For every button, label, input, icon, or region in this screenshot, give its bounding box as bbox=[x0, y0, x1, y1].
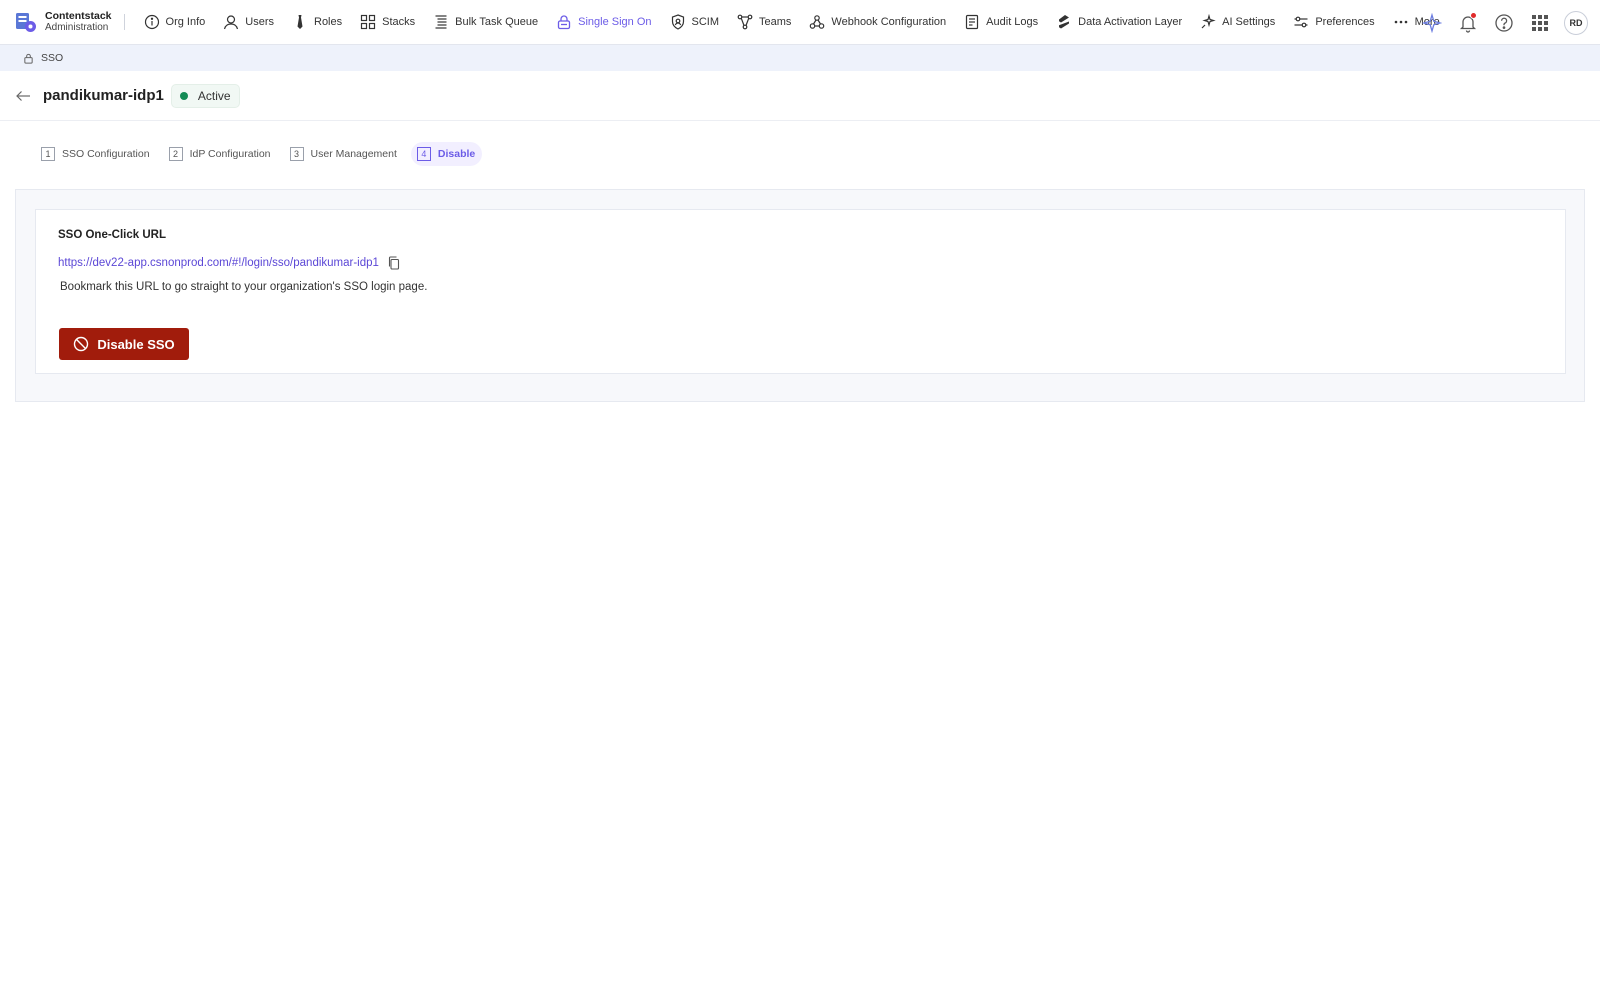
step-label: IdP Configuration bbox=[189, 148, 271, 160]
sso-url-row: https://dev22-app.csnonprod.com/#!/login… bbox=[58, 256, 401, 270]
brand-divider bbox=[123, 14, 125, 30]
breadcrumb-item-sso[interactable]: SSO bbox=[41, 52, 63, 64]
status-dot bbox=[179, 91, 188, 100]
more-icon bbox=[1394, 20, 1407, 24]
step-sso-configuration[interactable]: 1 SSO Configuration bbox=[40, 142, 155, 166]
step-label: Disable bbox=[437, 148, 476, 160]
notification-badge bbox=[1470, 12, 1477, 19]
nav-item-stacks[interactable]: Stacks bbox=[351, 0, 424, 45]
nav-item-label: SCIM bbox=[691, 16, 720, 28]
nav-item-data-activation-layer[interactable]: Data Activation Layer bbox=[1047, 0, 1191, 45]
step-user-management[interactable]: 3 User Management bbox=[289, 142, 402, 166]
breadcrumb: SSO bbox=[0, 45, 1600, 71]
nav-item-audit-logs[interactable]: Audit Logs bbox=[955, 0, 1047, 45]
nav-item-single-sign-on[interactable]: Single Sign On bbox=[547, 0, 660, 45]
nav-item-label: Preferences bbox=[1315, 16, 1375, 28]
info-icon bbox=[144, 14, 159, 30]
nav-item-label: AI Settings bbox=[1222, 16, 1276, 28]
contentstack-logo-icon bbox=[14, 10, 38, 34]
helper-text: Bookmark this URL to go straight to your… bbox=[60, 281, 428, 293]
copy-icon[interactable] bbox=[387, 256, 401, 270]
nav-item-label: Teams bbox=[759, 16, 792, 28]
step-label: SSO Configuration bbox=[62, 148, 150, 160]
nav-item-label: Audit Logs bbox=[986, 16, 1039, 28]
sparkle-icon bbox=[1201, 14, 1216, 29]
grid-icon bbox=[361, 14, 376, 30]
app-switcher-button[interactable] bbox=[1522, 0, 1558, 45]
back-button[interactable] bbox=[12, 85, 34, 107]
step-disable[interactable]: 4 Disable bbox=[410, 142, 483, 166]
nav-item-label: Stacks bbox=[382, 16, 416, 28]
ai-assistant-button[interactable] bbox=[1414, 0, 1450, 45]
sliders-icon bbox=[1294, 16, 1308, 28]
audit-icon bbox=[966, 14, 979, 30]
nav-item-label: Users bbox=[245, 16, 274, 28]
brand-subtitle: Administration bbox=[45, 22, 109, 33]
lock-icon bbox=[24, 53, 33, 64]
nav-item-teams[interactable]: Teams bbox=[728, 0, 800, 45]
step-number: 2 bbox=[168, 147, 183, 161]
card-title: SSO One-Click URL bbox=[58, 229, 166, 241]
top-navigation-bar: Contentstack Administration Org Info Use… bbox=[0, 0, 1600, 45]
webhook-icon bbox=[810, 15, 825, 29]
nav-item-webhook-configuration[interactable]: Webhook Configuration bbox=[800, 0, 955, 45]
teams-icon bbox=[737, 14, 753, 30]
status-label: Active bbox=[197, 88, 231, 103]
status-badge: Active bbox=[170, 83, 240, 108]
help-icon bbox=[1495, 13, 1513, 32]
tie-icon bbox=[297, 15, 303, 29]
step-number: 1 bbox=[41, 147, 55, 161]
notifications-button[interactable] bbox=[1450, 0, 1486, 45]
nav-item-roles[interactable]: Roles bbox=[283, 0, 351, 45]
disable-sso-label: Disable SSO bbox=[97, 336, 175, 352]
step-number: 4 bbox=[416, 147, 431, 161]
top-actions: RD bbox=[1414, 0, 1588, 45]
ai-sparkle-icon bbox=[1422, 12, 1442, 33]
nav-item-label: Bulk Task Queue bbox=[455, 16, 539, 28]
list-icon bbox=[435, 15, 447, 29]
lock-icon bbox=[557, 15, 571, 30]
sso-url-card: SSO One-Click URL https://dev22-app.csno… bbox=[35, 209, 1566, 374]
disable-sso-button[interactable]: Disable SSO bbox=[59, 328, 189, 360]
nav-item-ai-settings[interactable]: AI Settings bbox=[1191, 0, 1284, 45]
data-layer-icon bbox=[1059, 15, 1070, 29]
nav-item-label: Org Info bbox=[165, 16, 206, 28]
page-title: pandikumar-idp1 bbox=[43, 87, 164, 104]
nav-item-label: Data Activation Layer bbox=[1078, 16, 1183, 28]
user-avatar[interactable]: RD bbox=[1564, 10, 1588, 35]
content-area: SSO One-Click URL https://dev22-app.csno… bbox=[15, 189, 1585, 402]
nav-item-scim[interactable]: SCIM bbox=[661, 0, 729, 45]
main-nav: Org Info Users Roles Stacks Bulk Task Qu… bbox=[135, 0, 1449, 45]
apps-grid-icon bbox=[1532, 14, 1548, 31]
step-idp-configuration[interactable]: 2 IdP Configuration bbox=[168, 142, 276, 166]
nav-item-org-info[interactable]: Org Info bbox=[135, 0, 215, 45]
user-icon bbox=[224, 15, 239, 30]
nav-item-label: Roles bbox=[314, 16, 343, 28]
sso-one-click-url-link[interactable]: https://dev22-app.csnonprod.com/#!/login… bbox=[58, 257, 379, 269]
step-tabs: 1 SSO Configuration 2 IdP Configuration … bbox=[40, 142, 495, 166]
nav-item-label: Webhook Configuration bbox=[831, 16, 947, 28]
help-button[interactable] bbox=[1486, 0, 1522, 45]
nav-item-users[interactable]: Users bbox=[214, 0, 283, 45]
brand[interactable]: Contentstack Administration bbox=[0, 0, 112, 45]
step-label: User Management bbox=[310, 148, 397, 160]
step-number: 3 bbox=[289, 147, 304, 161]
nav-item-label: Single Sign On bbox=[578, 16, 652, 28]
shield-icon bbox=[671, 14, 684, 30]
ban-icon bbox=[74, 336, 89, 352]
brand-name: Contentstack bbox=[45, 10, 112, 22]
nav-item-preferences[interactable]: Preferences bbox=[1284, 0, 1383, 45]
arrow-left-icon bbox=[16, 90, 30, 101]
nav-item-bulk-task-queue[interactable]: Bulk Task Queue bbox=[424, 0, 547, 45]
page-header: pandikumar-idp1 Active bbox=[0, 71, 1600, 121]
